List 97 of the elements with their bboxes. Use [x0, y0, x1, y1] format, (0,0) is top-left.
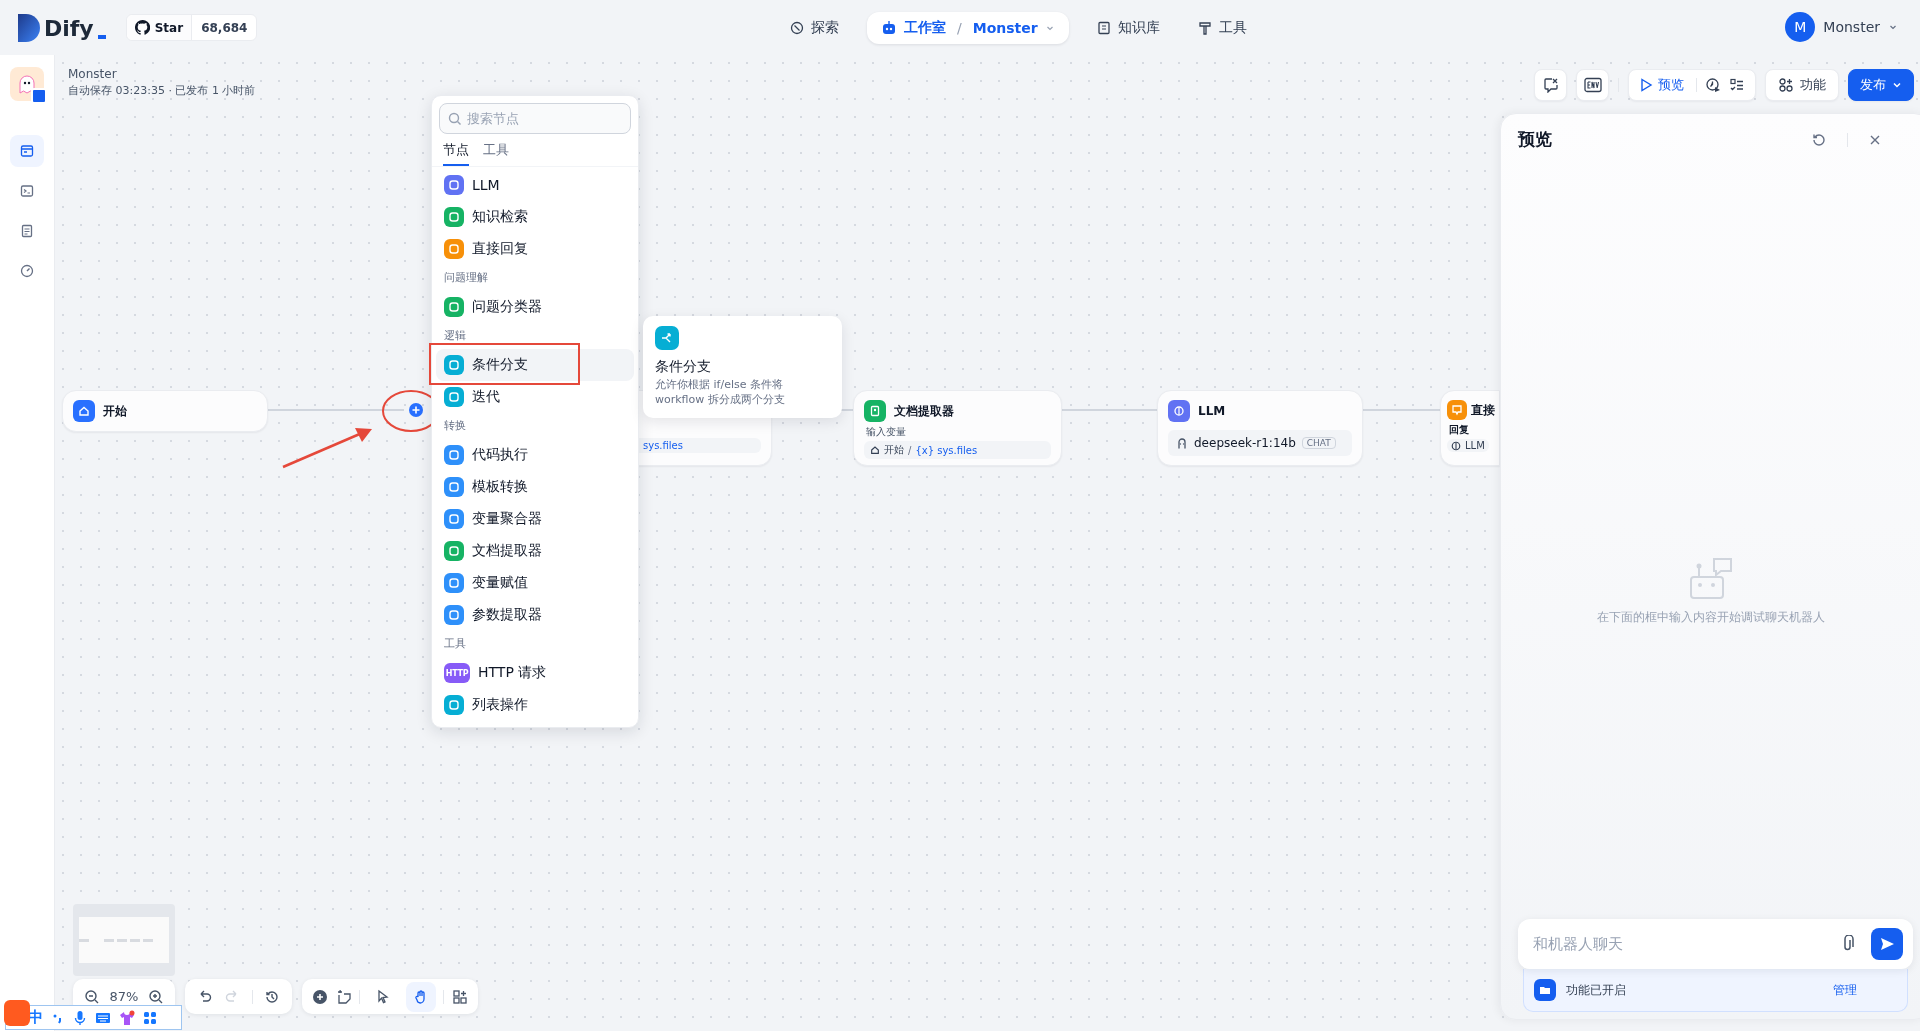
- node-type-icon: HTTP: [444, 663, 470, 683]
- app-name: Monster: [68, 67, 118, 81]
- breadcrumb-separator: /: [957, 20, 962, 36]
- apps-icon: [1778, 77, 1794, 93]
- nav-tab[interactable]: 探索: [780, 12, 849, 44]
- menu-item[interactable]: 迭代: [436, 381, 634, 413]
- account-menu[interactable]: M Monster: [1785, 12, 1898, 42]
- empty-state-text: 在下面的框中输入内容开始调试聊天机器人: [1597, 609, 1825, 626]
- chat-composer[interactable]: 和机器人聊天: [1518, 919, 1913, 969]
- menu-item[interactable]: 直接回复: [436, 233, 634, 265]
- play-icon: [1639, 78, 1653, 92]
- save-status: 自动保存 03:23:35 · 已发布 1 小时前: [68, 83, 256, 98]
- nav-tab[interactable]: 知识库: [1086, 12, 1170, 44]
- logo-text[interactable]: Dify: [44, 15, 94, 42]
- hand-icon[interactable]: [405, 981, 436, 1012]
- grid-icon[interactable]: [143, 1010, 157, 1025]
- variable-name: sys.files: [643, 440, 683, 451]
- menu-item[interactable]: 变量聚合器: [436, 503, 634, 535]
- features-button[interactable]: 功能: [1765, 69, 1839, 101]
- section-heading: 逻辑: [443, 328, 467, 344]
- menu-item[interactable]: 参数提取器: [436, 599, 634, 631]
- start-node[interactable]: 开始: [62, 390, 268, 432]
- chat-clear-icon[interactable]: [1534, 69, 1567, 101]
- menu-item[interactable]: 变量赋值: [436, 567, 634, 599]
- source-node-name: LLM: [1465, 440, 1485, 451]
- menu-tab[interactable]: 工具: [483, 141, 509, 166]
- workflow-node[interactable]: LLM deepseek-r1:14b CHAT: [1157, 390, 1363, 466]
- send-icon: [1879, 936, 1895, 952]
- features-status: 功能已开启: [1566, 981, 1627, 999]
- source-node-name: 开始: [884, 443, 904, 457]
- chat-input-field[interactable]: 和机器人聊天: [1531, 934, 1825, 954]
- home-icon: [870, 445, 880, 455]
- workflow-icon[interactable]: [10, 135, 44, 167]
- book-icon: [1096, 21, 1111, 35]
- nav-tab[interactable]: 工作室 / Monster: [867, 12, 1069, 44]
- chevron-down-icon: [1892, 80, 1902, 90]
- tooltip-description: 允许你根据 if/else 条件将 workflow 拆分成两个分支: [655, 378, 786, 408]
- panel-title: 预览: [1518, 128, 1552, 151]
- history-icon[interactable]: [264, 988, 281, 1005]
- logo-icon: [18, 13, 40, 42]
- app-icon[interactable]: [10, 67, 44, 101]
- section-heading: 工具: [443, 636, 467, 652]
- avatar: M: [1785, 12, 1816, 42]
- zoom-out-icon[interactable]: [83, 988, 100, 1005]
- menu-tab[interactable]: 节点: [443, 141, 469, 166]
- keyboard-icon[interactable]: [95, 1010, 111, 1025]
- node-title: LLM: [1198, 404, 1226, 418]
- node-title: 直接: [1471, 401, 1495, 419]
- menu-item[interactable]: 代码执行: [436, 439, 634, 471]
- star-count: 68,684: [200, 19, 249, 37]
- run-history-icon[interactable]: [1705, 77, 1721, 93]
- search-field[interactable]: 搜索节点: [439, 103, 631, 134]
- section-heading: 问题理解: [443, 270, 489, 286]
- note-icon[interactable]: [335, 988, 352, 1005]
- star-label: Star: [154, 20, 184, 35]
- menu-item[interactable]: 列表操作: [436, 689, 634, 721]
- add-icon[interactable]: [311, 988, 328, 1005]
- menu-item[interactable]: HTTP HTTP 请求: [436, 657, 634, 689]
- zoom-level[interactable]: 87%: [109, 989, 139, 1004]
- field-label: 输入变量: [866, 425, 907, 439]
- checklist-icon[interactable]: [1729, 77, 1745, 93]
- microphone-icon[interactable]: [73, 1009, 87, 1026]
- folder-icon: [1534, 979, 1556, 1001]
- app-selector[interactable]: Monster: [972, 20, 1038, 36]
- section-heading: 转换: [443, 418, 467, 434]
- model-name: deepseek-r1:14b: [1194, 436, 1296, 450]
- manage-link[interactable]: 管理: [1833, 981, 1857, 999]
- nav-tab[interactable]: 工具: [1187, 12, 1257, 44]
- menu-item[interactable]: LLM: [436, 169, 634, 201]
- field-label: 回复: [1449, 423, 1470, 437]
- tooltip-title: 条件分支: [655, 358, 712, 376]
- shirt-icon[interactable]: [119, 1009, 135, 1026]
- publish-button[interactable]: 发布: [1848, 69, 1914, 101]
- menu-item[interactable]: 条件分支: [436, 349, 634, 381]
- menu-item[interactable]: 文档提取器: [436, 535, 634, 567]
- chatbot-icon: [1689, 557, 1733, 601]
- menu-item[interactable]: 知识检索: [436, 201, 634, 233]
- github-icon: [134, 20, 150, 35]
- logo-cursor-mark: [97, 34, 106, 39]
- menu-item[interactable]: 问题分类器: [436, 291, 634, 323]
- node-title: 文档提取器: [894, 402, 954, 420]
- variable-name: {x} sys.files: [915, 444, 978, 456]
- layout-icon[interactable]: [452, 988, 469, 1005]
- input-method-logo: [4, 1000, 30, 1026]
- add-node-button[interactable]: [409, 403, 423, 417]
- workflow-node[interactable]: 文档提取器 输入变量 开始 / {x} sys.files: [853, 390, 1062, 466]
- model-type-badge: CHAT: [1301, 437, 1336, 449]
- refresh-icon[interactable]: [1811, 131, 1827, 148]
- node-title: 开始: [103, 402, 127, 420]
- workflow-node[interactable]: 直接 回复 LLM: [1440, 390, 1500, 466]
- search-icon: [448, 112, 462, 126]
- path-separator: /: [908, 444, 912, 456]
- menu-item[interactable]: 模板转换: [436, 471, 634, 503]
- env-icon[interactable]: [1576, 69, 1609, 101]
- github-star-button[interactable]: Star 68,684: [125, 14, 258, 41]
- send-button[interactable]: [1871, 928, 1903, 960]
- zoom-in-icon[interactable]: [148, 988, 165, 1005]
